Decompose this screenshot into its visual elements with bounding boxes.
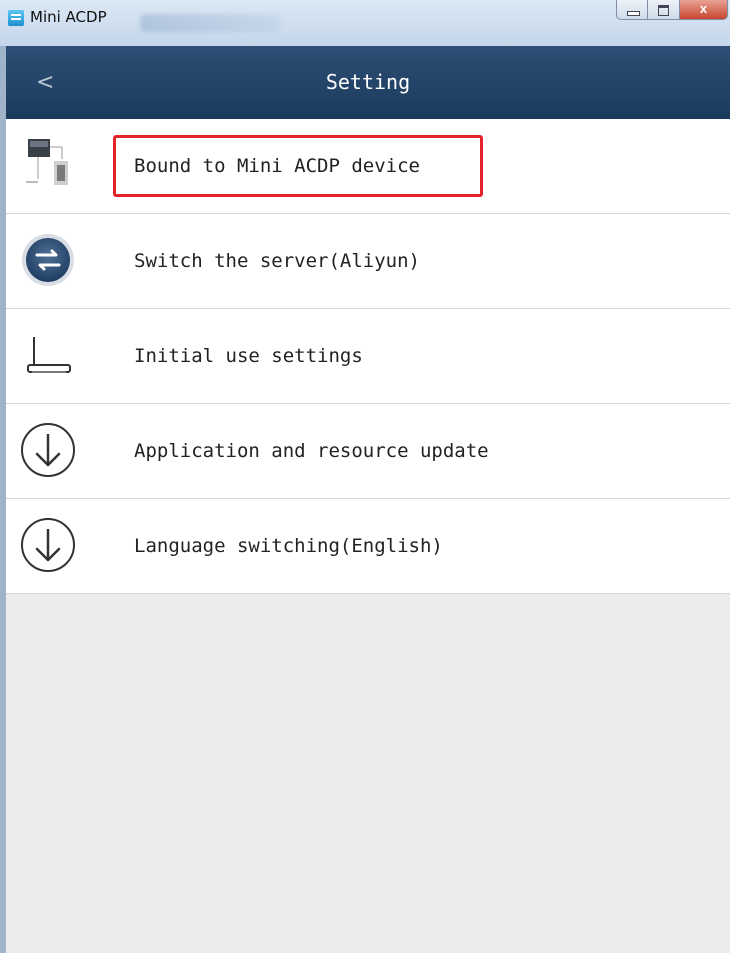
window-title: Mini ACDP <box>30 8 107 26</box>
settings-item-label: Switch the server(Aliyun) <box>134 250 420 272</box>
settings-list: Bound to Mini ACDP device Switch the ser… <box>6 119 730 594</box>
highlight-box <box>113 135 483 197</box>
title-blur-area <box>140 14 280 32</box>
switch-server-icon <box>18 230 78 290</box>
settings-item-label: Language switching(English) <box>134 535 443 557</box>
settings-item-app-update[interactable]: Application and resource update <box>6 404 730 499</box>
page-title: Setting <box>325 70 411 94</box>
download-icon <box>18 420 78 480</box>
settings-item-bind-device[interactable]: Bound to Mini ACDP device <box>6 119 730 214</box>
app-window: Mini ACDP x < Setting Bound to Mini ACDP… <box>0 0 730 953</box>
settings-item-label: Initial use settings <box>134 345 363 367</box>
app-header: < Setting <box>6 46 730 119</box>
maximize-button[interactable] <box>648 0 680 20</box>
minimize-button[interactable] <box>616 0 648 20</box>
settings-item-initial-use[interactable]: Initial use settings <box>6 309 730 404</box>
router-icon <box>18 325 78 385</box>
window-titlebar[interactable]: Mini ACDP x <box>0 0 730 46</box>
device-bind-icon <box>18 135 78 195</box>
settings-item-language[interactable]: Language switching(English) <box>6 499 730 594</box>
settings-item-label: Application and resource update <box>134 440 489 462</box>
window-controls: x <box>616 0 728 24</box>
settings-item-switch-server[interactable]: Switch the server(Aliyun) <box>6 214 730 309</box>
close-button[interactable]: x <box>680 0 728 20</box>
app-icon <box>8 10 24 26</box>
download-icon <box>18 515 78 575</box>
